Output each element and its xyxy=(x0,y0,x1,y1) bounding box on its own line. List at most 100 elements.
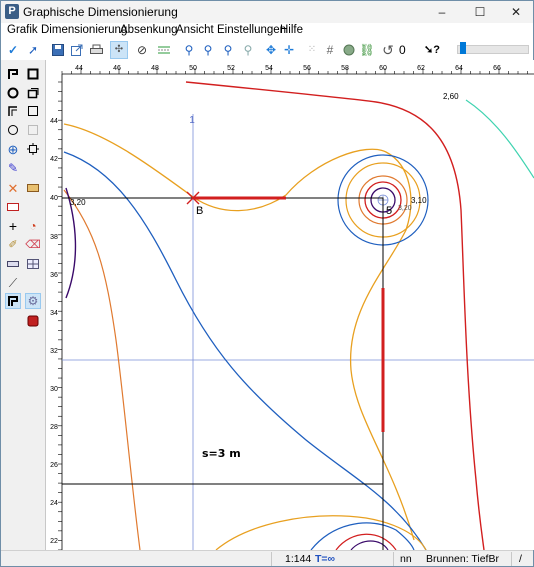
well-label: 5 xyxy=(386,205,392,217)
export-icon[interactable] xyxy=(68,41,86,59)
x-tick-label: 48 xyxy=(151,65,159,72)
target-icon[interactable]: ⊕ xyxy=(5,141,21,157)
left-toolbox: ⊕ ✎ ✕ + ◔ ✐ ⌫ ⟋ ⚙ xyxy=(1,60,45,550)
ruler-icon[interactable] xyxy=(5,256,21,272)
settings-icon[interactable]: ⚙ xyxy=(25,293,41,309)
help-pointer-icon[interactable]: ➘? xyxy=(423,41,441,59)
polyline-icon[interactable] xyxy=(5,66,21,82)
square-icon[interactable] xyxy=(25,103,41,119)
zoom-fit-icon[interactable]: ⚲ xyxy=(239,41,257,59)
x-tick-label: 64 xyxy=(455,65,463,72)
status-units: nn xyxy=(400,553,412,565)
circle-outline-icon[interactable] xyxy=(5,122,21,138)
link-icon[interactable]: ⛓ xyxy=(358,41,376,59)
status-extra: / xyxy=(519,553,522,565)
grid-icon[interactable]: # xyxy=(321,41,339,59)
iso-label-320-well: 3,20 xyxy=(398,205,412,212)
brush-icon[interactable]: ✐ xyxy=(5,237,21,253)
copy-icon[interactable] xyxy=(25,85,41,101)
cross-pointer-icon[interactable]: ✣ xyxy=(110,41,128,59)
toolbar: ✓ ➚ ✣ ⊘ ⚲ ⚲ ⚲ ⚲ ✥ ✛ ⁙ # ⛓ ↺ 0 ➘? xyxy=(1,40,533,60)
rotate-icon[interactable]: ⊘ xyxy=(133,41,151,59)
x-tick-label: 50 xyxy=(189,65,197,72)
pointer-icon[interactable]: ➚ xyxy=(24,41,42,59)
circle-icon[interactable] xyxy=(5,85,21,101)
eraser-icon[interactable]: ⌫ xyxy=(25,237,41,253)
dimension-text: s=3 m xyxy=(202,447,241,460)
corner-icon[interactable] xyxy=(5,103,21,119)
x-tick-label: 66 xyxy=(493,65,501,72)
line-tool-icon[interactable]: ⟋ xyxy=(5,275,21,291)
zoom-out-icon[interactable]: ⚲ xyxy=(199,41,217,59)
square-light-icon[interactable] xyxy=(25,122,41,138)
y-tick-label: 36 xyxy=(50,272,58,279)
close-button[interactable]: ✕ xyxy=(499,1,533,23)
minimize-button[interactable]: – xyxy=(425,1,459,23)
drawing-svg: 44 46 48 50 52 54 56 58 60 62 64 66 44 4… xyxy=(46,60,534,550)
frame-icon[interactable] xyxy=(25,141,41,157)
pen-icon[interactable]: ✎ xyxy=(5,160,21,176)
menu-bar: Grafik Dimensionierung Absenkung Ansicht… xyxy=(1,23,533,40)
zoom-region-icon[interactable]: ⚲ xyxy=(219,41,237,59)
measure-icon[interactable] xyxy=(155,41,173,59)
zoom-in-icon[interactable]: ⚲ xyxy=(180,41,198,59)
menu-hilfe[interactable]: Hilfe xyxy=(280,24,303,36)
y-tick-label: 22 xyxy=(50,538,58,545)
corner-active-icon[interactable] xyxy=(5,293,21,309)
guide-marker-label: 1 xyxy=(189,115,195,126)
check-icon[interactable]: ✓ xyxy=(4,41,22,59)
menu-absenkung[interactable]: Absenkung xyxy=(120,24,178,36)
y-tick-label: 30 xyxy=(50,386,58,393)
iso-label-260: 2,60 xyxy=(443,92,459,101)
y-tick-label: 24 xyxy=(50,500,58,507)
app-window: P Graphische Dimensionierung – ☐ ✕ Grafi… xyxy=(0,0,534,567)
drawing-canvas[interactable]: 44 46 48 50 52 54 56 58 60 62 64 66 44 4… xyxy=(45,60,534,550)
status-separator xyxy=(271,552,272,566)
globe-icon[interactable] xyxy=(340,41,358,59)
status-separator xyxy=(511,552,512,566)
pan-icon[interactable]: ✥ xyxy=(262,41,280,59)
x-tick-label: 62 xyxy=(417,65,425,72)
y-tick-label: 38 xyxy=(50,234,58,241)
grid-dots-icon[interactable]: ⁙ xyxy=(303,41,321,59)
plus-icon[interactable]: + xyxy=(5,218,21,234)
status-brunnen: Brunnen: TiefBr xyxy=(426,553,499,565)
y-tick-label: 44 xyxy=(50,118,58,125)
status-t-value: T=∞ xyxy=(315,553,336,565)
canvas-background xyxy=(46,60,534,550)
grid-small-icon[interactable] xyxy=(25,256,41,272)
zoom-slider-thumb[interactable] xyxy=(460,42,466,54)
x-tick-label: 46 xyxy=(113,65,121,72)
maximize-button[interactable]: ☐ xyxy=(463,1,497,23)
iso-label-320-left: 3,20 xyxy=(70,198,86,207)
y-tick-label: 34 xyxy=(50,310,58,317)
iso-label-310: 3,10 xyxy=(411,196,427,205)
menu-dimensionierung[interactable]: Dimensionierung xyxy=(41,24,127,36)
rectangle-fill-icon[interactable] xyxy=(25,180,41,196)
y-tick-label: 40 xyxy=(50,195,58,202)
window-title: Graphische Dimensionierung xyxy=(23,5,178,19)
title-bar: P Graphische Dimensionierung – ☐ ✕ xyxy=(1,1,533,23)
menu-einstellungen[interactable]: Einstellungen xyxy=(217,24,286,36)
x-tick-label: 56 xyxy=(303,65,311,72)
status-scale: 1:144 xyxy=(285,553,312,565)
rectangle-icon[interactable] xyxy=(25,66,41,82)
color-icon[interactable] xyxy=(25,313,41,329)
zoom-slider-track[interactable] xyxy=(457,45,529,54)
x-mark-icon[interactable]: ✕ xyxy=(5,180,21,196)
counter-value: 0 xyxy=(399,43,406,57)
y-tick-label: 42 xyxy=(50,156,58,163)
pie-icon[interactable]: ◔ xyxy=(25,218,41,234)
y-tick-label: 32 xyxy=(50,348,58,355)
x-tick-label: 58 xyxy=(341,65,349,72)
undo-icon[interactable]: ↺ xyxy=(379,41,397,59)
status-bar: 1:144 T=∞ nn Brunnen: TiefBr / xyxy=(1,550,533,566)
app-logo-icon: P xyxy=(5,4,19,19)
print-icon[interactable] xyxy=(87,41,105,59)
menu-ansicht[interactable]: Ansicht xyxy=(176,24,214,36)
rectangle-red-icon[interactable] xyxy=(5,199,21,215)
save-icon[interactable] xyxy=(49,41,67,59)
menu-grafik[interactable]: Grafik xyxy=(7,24,38,36)
point-b-label: B xyxy=(196,205,203,217)
move-icon[interactable]: ✛ xyxy=(280,41,298,59)
